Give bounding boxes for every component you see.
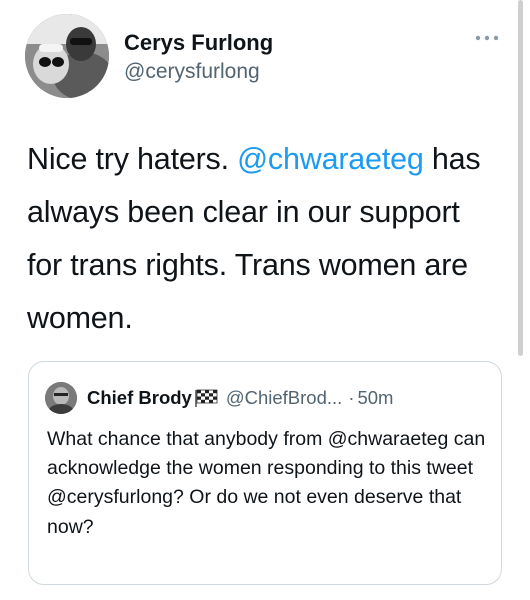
author-display-name[interactable]: Cerys Furlong bbox=[124, 30, 273, 56]
author-avatar-image bbox=[25, 14, 109, 98]
author-handle[interactable]: @cerysfurlong bbox=[124, 60, 260, 84]
tweet-page: Cerys Furlong @cerysfurlong Nice try hat… bbox=[0, 0, 530, 600]
mention-link[interactable]: @chwaraeteg bbox=[237, 142, 424, 176]
quoted-tweet-header: Chief Brody @ChiefBrod... · 50m bbox=[87, 385, 393, 411]
separator-dot: · bbox=[348, 387, 355, 408]
tweet-text: Nice try haters. @chwaraeteg has always … bbox=[27, 133, 497, 345]
quoted-author-avatar[interactable] bbox=[45, 382, 77, 414]
quoted-author-display-name[interactable]: Chief Brody bbox=[87, 387, 192, 409]
quoted-tweet-text: What chance that anybody from @chwaraete… bbox=[47, 428, 486, 538]
author-avatar[interactable] bbox=[25, 14, 109, 98]
scrollbar[interactable] bbox=[518, 0, 523, 356]
more-horizontal-icon[interactable] bbox=[474, 28, 500, 48]
tweet-text-part: Nice try haters. bbox=[27, 142, 238, 176]
quoted-tweet-time[interactable]: 50m bbox=[357, 387, 393, 409]
quoted-tweet-card[interactable]: Chief Brody @ChiefBrod... · 50m What cha… bbox=[28, 361, 502, 585]
quoted-author-avatar-image bbox=[45, 382, 77, 414]
chequered-flag-icon bbox=[194, 389, 218, 407]
quoted-author-handle[interactable]: @ChiefBrod... bbox=[226, 387, 342, 409]
